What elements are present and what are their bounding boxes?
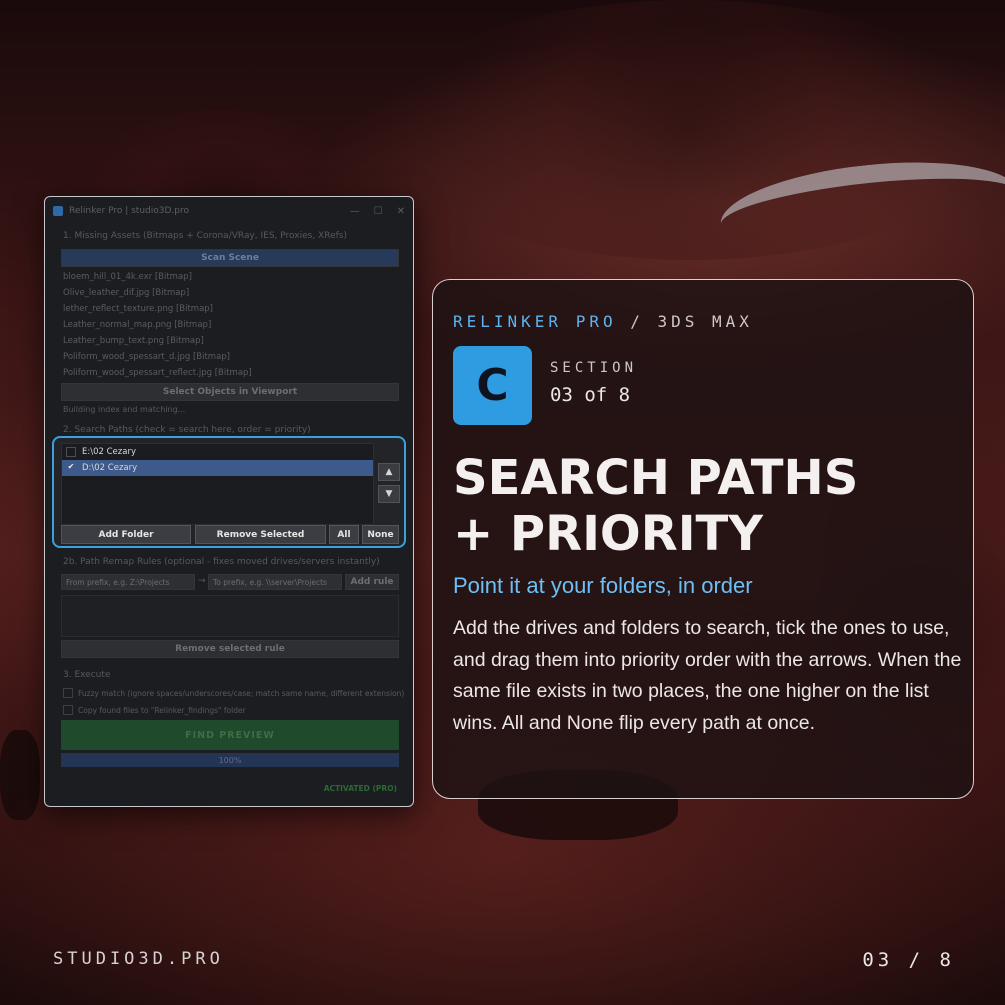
kicker-separator: / — [616, 312, 658, 331]
checkbox-icon[interactable] — [63, 705, 73, 715]
section-search-paths: 2. Search Paths (check = search here, or… — [63, 425, 311, 435]
fuzzy-match-label: Fuzzy match (ignore spaces/underscores/c… — [78, 688, 405, 698]
window-title: Relinker Pro | studio3D.pro — [69, 206, 189, 216]
move-up-button[interactable]: ▲ — [378, 463, 400, 481]
list-item[interactable]: Poliform_wood_spessart_d.jpg [Bitmap] — [61, 349, 401, 365]
footer-brand: STUDIO3D.PRO — [53, 949, 224, 969]
fuzzy-match-checkbox[interactable]: Fuzzy match (ignore spaces/underscores/c… — [63, 688, 404, 698]
remove-selected-button[interactable]: Remove Selected — [195, 525, 326, 544]
path-checkbox[interactable] — [66, 447, 76, 457]
list-item[interactable]: Olive_leather_dif.jpg [Bitmap] — [61, 285, 401, 301]
activation-status: ACTIVATED (PRO) — [323, 784, 397, 793]
path-label: D:\02 Cezary — [82, 463, 138, 473]
checkbox-icon[interactable] — [63, 688, 73, 698]
select-objects-button[interactable]: Select Objects in Viewport — [61, 383, 399, 401]
headline: SEARCH PATHS + PRIORITY — [453, 450, 963, 562]
remap-arrow-icon: → — [198, 576, 206, 586]
progress-bar: 100% — [61, 753, 399, 767]
find-preview-button[interactable]: FIND PREVIEW — [61, 720, 399, 750]
move-down-button[interactable]: ▼ — [378, 485, 400, 503]
path-row-e[interactable]: E:\02 Cezary — [62, 444, 373, 460]
section-number: 03 of 8 — [550, 384, 631, 406]
add-folder-button[interactable]: Add Folder — [61, 525, 191, 544]
shrub-shape — [0, 730, 40, 820]
section-label: SECTION — [550, 360, 638, 376]
search-paths-panel: E:\02 Cezary ✔ D:\02 Cezary ▲ ▼ Add Fold… — [52, 436, 406, 548]
headline-line-2: + PRIORITY — [453, 506, 764, 562]
app-logo-icon — [53, 206, 63, 216]
path-label: E:\02 Cezary — [82, 447, 136, 457]
info-card: RELINKER PRO / 3DS MAX C SECTION 03 of 8… — [432, 279, 974, 799]
status-text: Building index and matching... — [63, 405, 186, 414]
section-path-remap: 2b. Path Remap Rules (optional - fixes m… — [63, 557, 380, 567]
footer-page: 03 / 8 — [862, 949, 955, 971]
kicker-product: 3DS MAX — [657, 312, 753, 331]
from-prefix-input[interactable]: From prefix, e.g. Z:\Projects — [61, 574, 195, 590]
to-prefix-input[interactable]: To prefix, e.g. \\server\Projects — [208, 574, 342, 590]
list-item[interactable]: bloem_hill_01_4k.exr [Bitmap] — [61, 269, 401, 285]
list-item[interactable]: Leather_bump_text.png [Bitmap] — [61, 333, 401, 349]
progress-label: 100% — [218, 755, 242, 765]
search-paths-list[interactable]: E:\02 Cezary ✔ D:\02 Cezary — [61, 443, 374, 525]
path-row-d[interactable]: ✔ D:\02 Cezary — [62, 460, 373, 476]
subtitle: Point it at your folders, in order — [453, 573, 753, 598]
copy-files-label: Copy found files to "Relinker_findings" … — [78, 705, 246, 715]
section-missing-assets: 1. Missing Assets (Bitmaps + Corona/VRay… — [63, 231, 347, 241]
remap-rules-list[interactable] — [61, 595, 399, 637]
list-item[interactable]: Poliform_wood_spessart_reflect.jpg [Bitm… — [61, 365, 401, 379]
list-item[interactable]: lether_reflect_texture.png [Bitmap] — [61, 301, 401, 317]
headline-line-1: SEARCH PATHS — [453, 450, 859, 506]
maximize-icon[interactable]: ☐ — [374, 206, 383, 217]
window-controls: — ☐ ✕ — [350, 206, 405, 217]
scan-scene-button[interactable]: Scan Scene — [61, 249, 399, 267]
title-bar: Relinker Pro | studio3D.pro — ☐ ✕ — [45, 197, 413, 225]
kicker-brand: RELINKER PRO — [453, 312, 617, 331]
add-rule-button[interactable]: Add rule — [345, 574, 399, 590]
body-text: Add the drives and folders to search, ti… — [453, 617, 962, 734]
select-all-button[interactable]: All — [329, 525, 359, 544]
section-execute: 3. Execute — [63, 670, 111, 680]
remove-rule-button[interactable]: Remove selected rule — [61, 640, 399, 658]
close-icon[interactable]: ✕ — [397, 206, 405, 217]
minimize-icon[interactable]: — — [350, 206, 360, 217]
section-badge: C — [453, 346, 532, 425]
path-checkbox-checked[interactable]: ✔ — [66, 463, 76, 473]
copy-files-checkbox[interactable]: Copy found files to "Relinker_findings" … — [63, 705, 246, 715]
list-item[interactable]: Leather_normal_map.png [Bitmap] — [61, 317, 401, 333]
kicker: RELINKER PRO / 3DS MAX — [453, 312, 753, 331]
select-none-button[interactable]: None — [362, 525, 399, 544]
missing-assets-list[interactable]: bloem_hill_01_4k.exr [Bitmap] Olive_leat… — [61, 269, 401, 379]
